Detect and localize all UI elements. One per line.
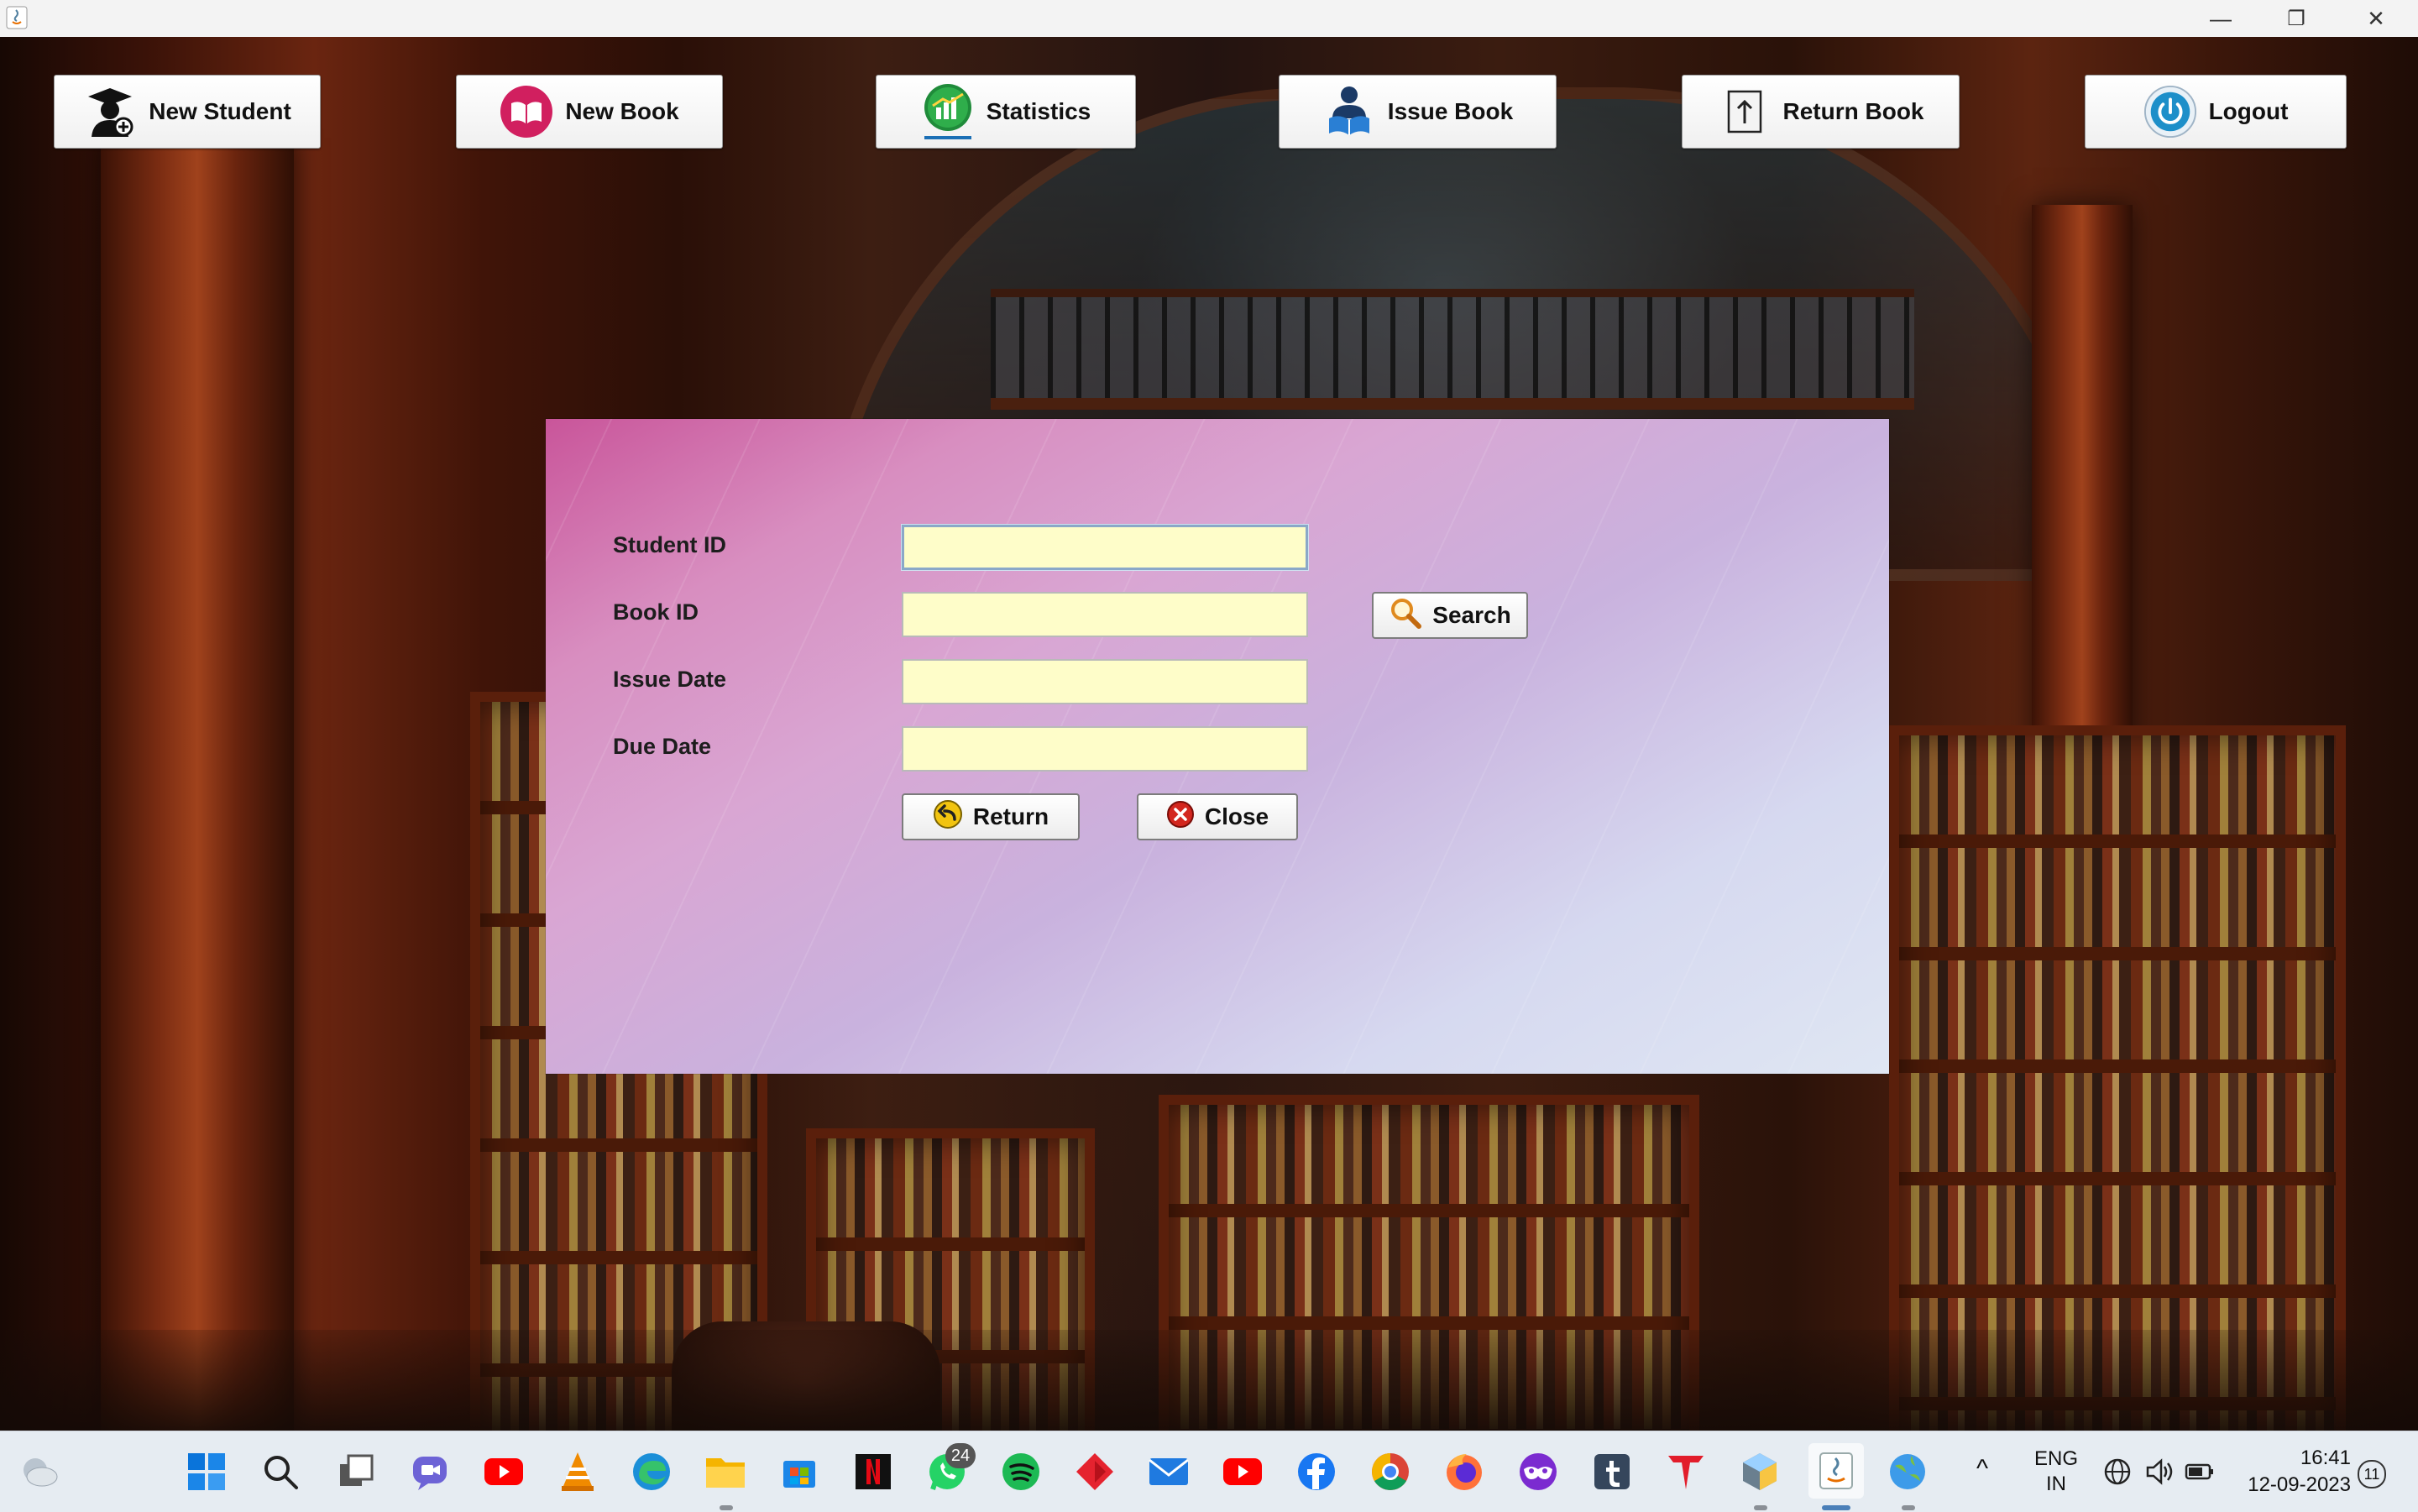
running-indicator: [1754, 1505, 1767, 1510]
student-id-field[interactable]: [902, 525, 1308, 570]
mask-game-icon[interactable]: [1513, 1447, 1563, 1497]
search-icon: [1389, 596, 1422, 636]
red-t-app-icon[interactable]: [1661, 1447, 1711, 1497]
student-add-icon: [83, 85, 137, 139]
facebook-icon[interactable]: [1291, 1447, 1342, 1497]
start-windows-icon[interactable]: [181, 1447, 232, 1497]
language-line1: ENG: [2033, 1447, 2078, 1470]
statistics-label: Statistics: [986, 98, 1091, 124]
issue-book-label: Issue Book: [1387, 98, 1514, 124]
vlc-icon[interactable]: [552, 1447, 603, 1497]
return-upload-icon: [1718, 85, 1772, 139]
firefox-icon[interactable]: [1439, 1447, 1489, 1497]
teams-chat-icon[interactable]: [405, 1447, 455, 1497]
return-arrow-icon: [933, 799, 963, 835]
language-indicator[interactable]: ENG IN: [2027, 1447, 2086, 1497]
book-icon: [500, 85, 553, 139]
return-label: Return: [972, 803, 1049, 829]
restore-button[interactable]: ❐: [2258, 0, 2334, 37]
search-taskbar-icon[interactable]: [255, 1447, 306, 1497]
taskbar: 24 ^ ENG IN 16:41 12-09-2023 11: [0, 1431, 2418, 1512]
reader-icon: [1322, 85, 1376, 139]
issue-book-button[interactable]: Issue Book: [1279, 75, 1557, 149]
due-date-label: Due Date: [613, 734, 712, 759]
chart-icon: [921, 84, 975, 139]
issue-date-field[interactable]: [902, 659, 1308, 704]
netflix-icon[interactable]: [848, 1447, 898, 1497]
power-icon: [2143, 85, 2197, 139]
edge-icon[interactable]: [626, 1447, 677, 1497]
task-view-icon[interactable]: [331, 1447, 381, 1497]
due-date-field[interactable]: [902, 726, 1308, 772]
java-app-icon: [5, 5, 29, 30]
new-student-label: New Student: [149, 98, 291, 124]
return-button[interactable]: Return: [902, 793, 1080, 840]
mail-icon[interactable]: [1144, 1447, 1194, 1497]
background-balcony: [991, 289, 1914, 410]
show-hidden-icons-chevron-icon[interactable]: ^: [1976, 1455, 1988, 1483]
red-diamond-app-icon[interactable]: [1070, 1447, 1120, 1497]
running-indicator: [720, 1505, 733, 1510]
volume-icon[interactable]: [2143, 1447, 2176, 1497]
clock-date: 12-09-2023: [2248, 1473, 2351, 1496]
return-book-button[interactable]: Return Book: [1682, 75, 1960, 149]
search-label: Search: [1432, 602, 1511, 628]
return-book-label: Return Book: [1782, 98, 1924, 124]
battery-icon[interactable]: [2183, 1447, 2216, 1497]
globe-app-icon[interactable]: [1882, 1447, 1933, 1497]
close-button[interactable]: Close: [1137, 793, 1298, 840]
weather-icon[interactable]: [13, 1447, 64, 1497]
running-indicator: [1902, 1505, 1915, 1510]
window-titlebar: — ❐ ✕: [0, 0, 2418, 38]
search-button[interactable]: Search: [1372, 592, 1528, 639]
logout-button[interactable]: Logout: [2085, 75, 2347, 149]
return-book-panel: Student ID Book ID Search Issue Date Due…: [546, 419, 1889, 1074]
close-icon: [1166, 800, 1195, 834]
logout-label: Logout: [2208, 98, 2289, 124]
background-pillar: [101, 138, 294, 1431]
chrome-icon[interactable]: [1365, 1447, 1416, 1497]
issue-date-label: Issue Date: [613, 667, 727, 692]
clock[interactable]: 16:41 12-09-2023: [2233, 1445, 2351, 1499]
book-id-field[interactable]: [902, 592, 1308, 637]
background-floor: [0, 1330, 2418, 1431]
close-label: Close: [1204, 803, 1269, 829]
whatsapp-badge: 24: [945, 1443, 976, 1468]
minimize-button[interactable]: —: [2183, 0, 2258, 37]
close-window-button[interactable]: ✕: [2338, 0, 2414, 37]
new-book-button[interactable]: New Book: [456, 75, 723, 149]
student-id-label: Student ID: [613, 532, 726, 557]
spotify-icon[interactable]: [996, 1447, 1046, 1497]
java-taskbar-icon[interactable]: [1808, 1443, 1864, 1499]
tumblr-icon[interactable]: [1587, 1447, 1637, 1497]
hexagon-app-icon[interactable]: [1735, 1447, 1785, 1497]
new-book-label: New Book: [565, 98, 679, 124]
book-id-label: Book ID: [613, 599, 699, 625]
youtube-icon[interactable]: [479, 1447, 529, 1497]
background-bookshelf: [1889, 725, 2346, 1431]
microsoft-store-icon[interactable]: [774, 1447, 824, 1497]
clock-time: 16:41: [2300, 1447, 2351, 1469]
language-line2: IN: [2046, 1473, 2066, 1495]
file-explorer-icon[interactable]: [700, 1447, 751, 1497]
network-globe-icon[interactable]: [2101, 1447, 2134, 1497]
new-student-button[interactable]: New Student: [54, 75, 321, 149]
statistics-button[interactable]: Statistics: [876, 75, 1136, 149]
notification-badge[interactable]: 11: [2358, 1460, 2386, 1488]
youtube-icon[interactable]: [1217, 1447, 1268, 1497]
active-indicator: [1822, 1505, 1850, 1510]
